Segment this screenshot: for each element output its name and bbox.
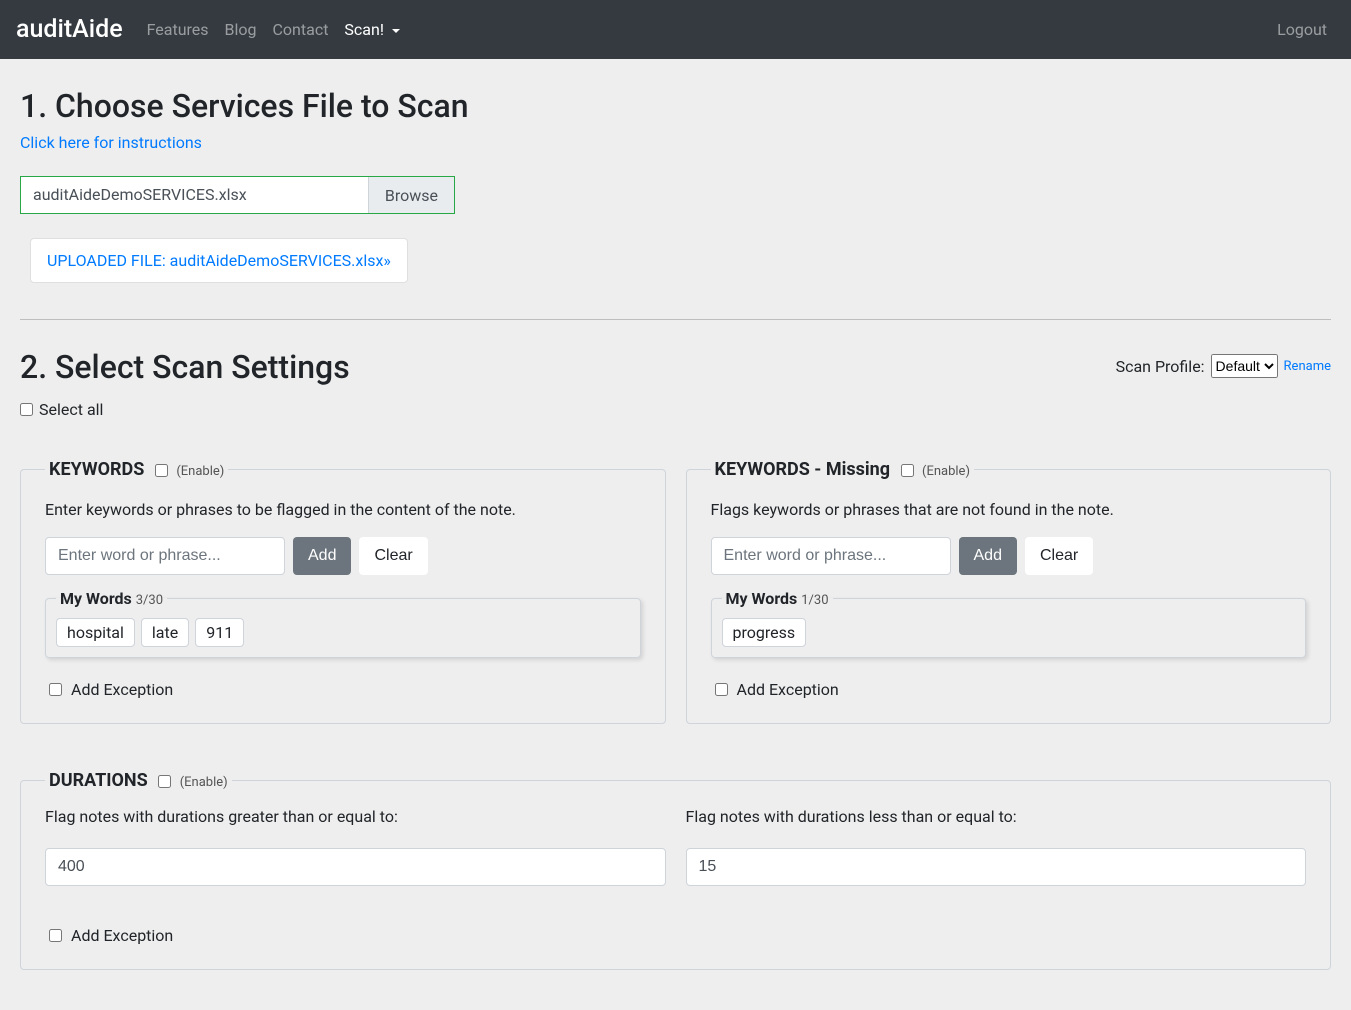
keywords-mywords: My Words 3/30 hospital late 911 xyxy=(45,589,641,658)
keywords-exception-checkbox[interactable] xyxy=(49,683,62,696)
durations-enable-label: (Enable) xyxy=(180,775,228,790)
nav-blog[interactable]: Blog xyxy=(217,12,265,47)
durations-gte-label: Flag notes with durations greater than o… xyxy=(45,807,666,826)
chip-late[interactable]: late xyxy=(141,618,189,647)
select-all-row[interactable]: Select all xyxy=(20,400,1331,419)
durations-legend-text: DURATIONS xyxy=(49,770,148,791)
chip-hospital[interactable]: hospital xyxy=(56,618,135,647)
chip-progress[interactable]: progress xyxy=(722,618,807,647)
browse-button[interactable]: Browse xyxy=(368,177,454,213)
select-all-checkbox[interactable] xyxy=(20,403,33,416)
keywords-missing-mywords-label: My Words xyxy=(726,589,798,608)
keywords-exception-row[interactable]: Add Exception xyxy=(45,680,641,699)
keywords-missing-enable-label: (Enable) xyxy=(922,464,970,479)
file-input[interactable]: auditAideDemoSERVICES.xlsx Browse xyxy=(20,176,455,214)
keywords-missing-add-button[interactable]: Add xyxy=(959,537,1017,575)
chevron-down-icon xyxy=(392,29,400,33)
keywords-legend: KEYWORDS (Enable) xyxy=(45,459,228,480)
keywords-enable-checkbox[interactable] xyxy=(155,464,168,477)
durations-lte-input[interactable] xyxy=(686,848,1307,886)
instructions-link[interactable]: Click here for instructions xyxy=(20,133,1331,152)
navbar: auditAide Features Blog Contact Scan! Lo… xyxy=(0,0,1351,59)
scan-profile-select[interactable]: Default xyxy=(1211,354,1278,378)
keywords-chips: hospital late 911 xyxy=(56,618,630,647)
file-name-display: auditAideDemoSERVICES.xlsx xyxy=(21,177,368,213)
keywords-exception-label: Add Exception xyxy=(71,680,173,699)
durations-legend: DURATIONS (Enable) xyxy=(45,770,232,791)
durations-enable-checkbox[interactable] xyxy=(158,775,171,788)
keywords-missing-panel: KEYWORDS - Missing (Enable) Flags keywor… xyxy=(686,459,1332,724)
durations-lte-label: Flag notes with durations less than or e… xyxy=(686,807,1307,826)
keywords-missing-chips: progress xyxy=(722,618,1296,647)
keywords-missing-mywords: My Words 1/30 progress xyxy=(711,589,1307,658)
keywords-enable-label: (Enable) xyxy=(176,464,224,479)
keywords-missing-input[interactable] xyxy=(711,537,951,575)
durations-exception-label: Add Exception xyxy=(71,926,173,945)
keywords-mywords-legend: My Words 3/30 xyxy=(56,589,167,608)
uploaded-file-card[interactable]: UPLOADED FILE: auditAideDemoSERVICES.xls… xyxy=(30,238,408,283)
durations-exception-row[interactable]: Add Exception xyxy=(45,926,1306,945)
keywords-missing-mywords-count: 1/30 xyxy=(801,593,828,608)
section1-title: 1. Choose Services File to Scan xyxy=(20,87,1331,125)
durations-panel: DURATIONS (Enable) Flag notes with durat… xyxy=(20,770,1331,970)
nav-scan[interactable]: Scan! xyxy=(336,12,408,47)
keywords-missing-mywords-legend: My Words 1/30 xyxy=(722,589,833,608)
durations-gte-input[interactable] xyxy=(45,848,666,886)
nav-contact[interactable]: Contact xyxy=(265,12,337,47)
keywords-panel: KEYWORDS (Enable) Enter keywords or phra… xyxy=(20,459,666,724)
keywords-legend-text: KEYWORDS xyxy=(49,459,144,480)
keywords-missing-clear-button[interactable]: Clear xyxy=(1025,537,1093,575)
keywords-clear-button[interactable]: Clear xyxy=(359,537,427,575)
brand-logo[interactable]: auditAide xyxy=(16,15,123,44)
keywords-mywords-label: My Words xyxy=(60,589,132,608)
keywords-add-button[interactable]: Add xyxy=(293,537,351,575)
keywords-missing-desc: Flags keywords or phrases that are not f… xyxy=(711,500,1307,519)
nav-features[interactable]: Features xyxy=(139,12,217,47)
durations-exception-checkbox[interactable] xyxy=(49,929,62,942)
nav-scan-label: Scan! xyxy=(344,20,384,39)
keywords-mywords-count: 3/30 xyxy=(136,593,163,608)
select-all-label: Select all xyxy=(39,400,103,419)
keywords-input[interactable] xyxy=(45,537,285,575)
keywords-missing-exception-row[interactable]: Add Exception xyxy=(711,680,1307,699)
nav-items: Features Blog Contact Scan! Logout xyxy=(139,12,1335,47)
scan-profile-label: Scan Profile: xyxy=(1116,357,1205,376)
keywords-missing-exception-label: Add Exception xyxy=(737,680,839,699)
keywords-missing-enable-checkbox[interactable] xyxy=(901,464,914,477)
keywords-missing-exception-checkbox[interactable] xyxy=(715,683,728,696)
keywords-missing-legend-text: KEYWORDS - Missing xyxy=(715,459,891,480)
nav-logout[interactable]: Logout xyxy=(1269,12,1335,47)
rename-link[interactable]: Rename xyxy=(1284,359,1331,374)
keywords-missing-legend: KEYWORDS - Missing (Enable) xyxy=(711,459,974,480)
keywords-desc: Enter keywords or phrases to be flagged … xyxy=(45,500,641,519)
chip-911[interactable]: 911 xyxy=(195,618,244,647)
section2-title: 2. Select Scan Settings xyxy=(20,348,1116,386)
